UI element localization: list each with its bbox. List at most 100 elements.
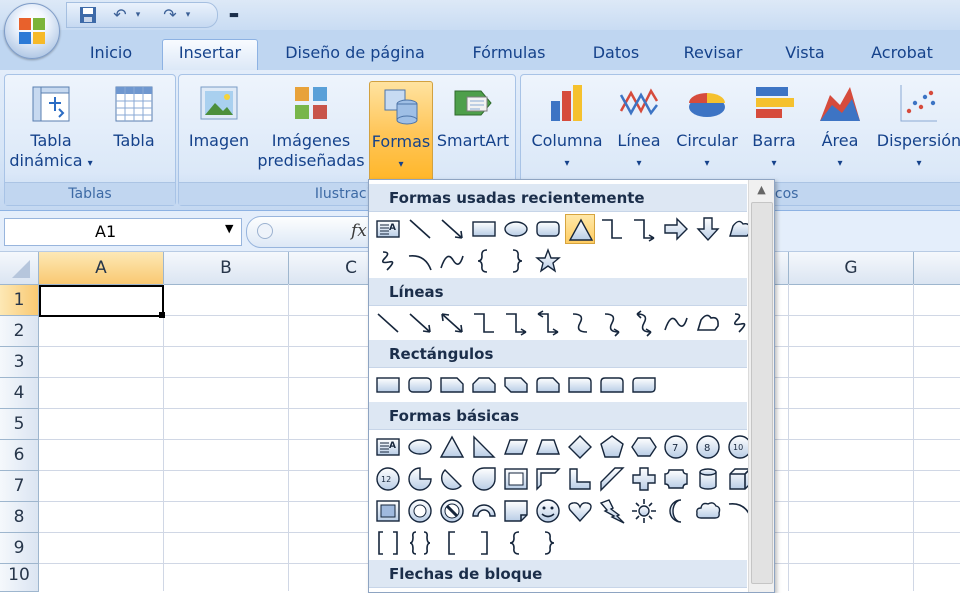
scroll-up-icon[interactable]: ▲ — [749, 180, 774, 200]
text-box-icon[interactable]: A — [373, 432, 403, 462]
select-all-corner[interactable] — [0, 252, 39, 285]
double-arrow-line-icon[interactable] — [437, 308, 467, 338]
text-box-icon[interactable]: A — [373, 214, 403, 244]
line-icon[interactable] — [405, 214, 435, 244]
cross-icon[interactable] — [629, 464, 659, 494]
parallelogram-icon[interactable] — [501, 432, 531, 462]
left-brace-icon[interactable] — [469, 246, 499, 276]
plaque-icon[interactable] — [661, 464, 691, 494]
row-header-8[interactable]: 8 — [0, 502, 39, 533]
half-frame-icon[interactable] — [533, 464, 563, 494]
curved-arrow-connector-icon[interactable] — [597, 308, 627, 338]
arrow-line-icon[interactable] — [405, 308, 435, 338]
tab-datos[interactable]: Datos — [580, 40, 652, 66]
down-arrow-icon[interactable] — [693, 214, 723, 244]
redo-icon[interactable]: ↷ — [161, 6, 179, 24]
snip-diagonal-rectangle-icon[interactable] — [501, 370, 531, 400]
area-button[interactable]: Área ▾ — [811, 81, 869, 174]
expand-icon[interactable] — [257, 223, 273, 239]
row-header-4[interactable]: 4 — [0, 378, 39, 409]
curved-double-arrow-connector-icon[interactable] — [629, 308, 659, 338]
pie-shape-icon[interactable] — [405, 464, 435, 494]
formas-button[interactable]: Formas ▾ — [369, 81, 433, 183]
right-brace-icon[interactable] — [501, 246, 531, 276]
row-header-1[interactable]: 1 — [0, 285, 39, 316]
scribble-icon[interactable] — [373, 246, 403, 276]
cloud-icon[interactable] — [693, 496, 723, 526]
imagen-button[interactable]: Imagen — [183, 81, 255, 151]
no-symbol-icon[interactable] — [437, 496, 467, 526]
dispersion-button[interactable]: Dispersión ▾ — [873, 81, 960, 174]
freeform-icon[interactable] — [693, 308, 723, 338]
undo-dropdown-icon[interactable]: ▾ — [129, 6, 147, 24]
right-bracket-icon[interactable] — [469, 528, 499, 558]
fx-icon[interactable]: fx — [351, 221, 367, 241]
row-header-10[interactable]: 10 — [0, 564, 39, 592]
lightning-bolt-icon[interactable] — [597, 496, 627, 526]
column-header-h[interactable] — [914, 252, 960, 285]
sun-icon[interactable] — [629, 496, 659, 526]
smiley-face-icon[interactable] — [533, 496, 563, 526]
barra-button[interactable]: Barra ▾ — [745, 81, 803, 174]
teardrop-icon[interactable] — [469, 464, 499, 494]
row-header-7[interactable]: 7 — [0, 471, 39, 502]
name-box[interactable]: A1 ▼ — [4, 218, 242, 246]
dodecagon-icon[interactable]: 12 — [373, 464, 403, 494]
block-arc-icon[interactable] — [469, 496, 499, 526]
tabla-dinamica-button[interactable]: Tabla dinámica ▾ — [9, 81, 93, 174]
fill-handle[interactable] — [159, 312, 165, 318]
snip-round-rectangle-icon[interactable] — [533, 370, 563, 400]
smartart-button[interactable]: SmartArt — [435, 81, 511, 151]
diamond-icon[interactable] — [565, 432, 595, 462]
hexagon-icon[interactable] — [629, 432, 659, 462]
circular-button[interactable]: Circular ▾ — [671, 81, 743, 174]
scroll-thumb[interactable] — [751, 202, 773, 584]
save-icon[interactable] — [79, 6, 97, 24]
line-icon[interactable] — [373, 308, 403, 338]
rectangle-icon[interactable] — [373, 370, 403, 400]
heart-icon[interactable] — [565, 496, 595, 526]
bevel-icon[interactable] — [373, 496, 403, 526]
round-diagonal-rectangle-icon[interactable] — [629, 370, 659, 400]
chord-icon[interactable] — [437, 464, 467, 494]
octagon-icon[interactable]: 8 — [693, 432, 723, 462]
trapezoid-icon[interactable] — [533, 432, 563, 462]
tab-vista[interactable]: Vista — [774, 40, 836, 66]
right-triangle-icon[interactable] — [469, 432, 499, 462]
round-same-side-rectangle-icon[interactable] — [597, 370, 627, 400]
row-header-6[interactable]: 6 — [0, 440, 39, 471]
left-brace-icon[interactable] — [501, 528, 531, 558]
heptagon-icon[interactable]: 7 — [661, 432, 691, 462]
tab-formulas[interactable]: Fórmulas — [458, 40, 560, 66]
redo-dropdown-icon[interactable]: ▾ — [179, 6, 197, 24]
panel-scrollbar[interactable]: ▲ — [748, 180, 774, 592]
arc-curve-icon[interactable] — [437, 246, 467, 276]
rounded-rectangle-icon[interactable] — [533, 214, 563, 244]
row-header-2[interactable]: 2 — [0, 316, 39, 347]
row-header-5[interactable]: 5 — [0, 409, 39, 440]
pentagon-icon[interactable] — [597, 432, 627, 462]
tab-insertar[interactable]: Insertar — [162, 39, 258, 70]
snip-corner-rectangle-icon[interactable] — [437, 370, 467, 400]
row-header-3[interactable]: 3 — [0, 347, 39, 378]
right-brace-icon[interactable] — [533, 528, 563, 558]
double-bracket-icon[interactable] — [373, 528, 403, 558]
can-icon[interactable] — [693, 464, 723, 494]
row-header-9[interactable]: 9 — [0, 533, 39, 564]
rectangle-icon[interactable] — [469, 214, 499, 244]
curve-icon[interactable] — [661, 308, 691, 338]
selected-cell-a1[interactable] — [39, 285, 164, 317]
undo-icon[interactable]: ↶ — [111, 6, 129, 24]
tabla-button[interactable]: Tabla — [103, 81, 165, 151]
donut-icon[interactable] — [405, 496, 435, 526]
triangle-icon[interactable] — [437, 432, 467, 462]
tab-diseno[interactable]: Diseño de página — [272, 40, 438, 66]
rounded-rectangle-icon[interactable] — [405, 370, 435, 400]
oval-icon[interactable] — [405, 432, 435, 462]
folded-corner-icon[interactable] — [501, 496, 531, 526]
customize-qat-icon[interactable]: ▬ — [225, 6, 243, 24]
l-shape-icon[interactable] — [565, 464, 595, 494]
linea-button[interactable]: Línea ▾ — [609, 81, 669, 174]
triangle-icon[interactable] — [565, 214, 595, 244]
elbow-arrow-connector-icon[interactable] — [501, 308, 531, 338]
